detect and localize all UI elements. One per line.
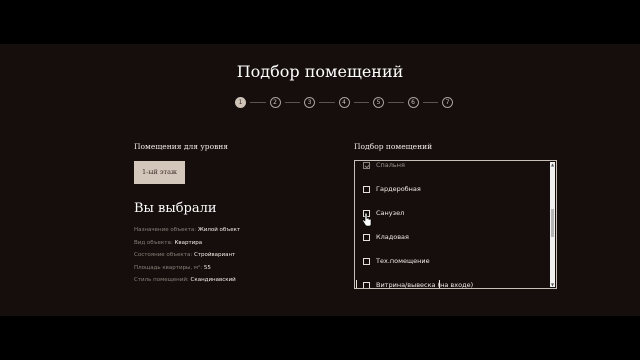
summary-row: Назначение объекта: Жилой объект bbox=[134, 224, 240, 237]
hand-pointer-icon bbox=[362, 213, 372, 227]
step-6[interactable]: 6 bbox=[407, 97, 419, 108]
step-1[interactable]: 1 bbox=[235, 97, 246, 108]
step-7[interactable]: 7 bbox=[442, 97, 453, 108]
step-5[interactable]: 5 bbox=[373, 97, 384, 108]
summary-label: Состояние объекта: bbox=[134, 252, 193, 258]
summary-value: Квартира bbox=[174, 239, 203, 246]
summary-row: Стиль помещений: Скандинавский bbox=[134, 274, 240, 287]
summary-value: Жилой объект bbox=[197, 227, 241, 233]
step-connector bbox=[284, 102, 300, 103]
room-option-label: Спальня bbox=[376, 161, 405, 169]
room-option-label: Кладовая bbox=[376, 233, 409, 241]
room-option[interactable]: Тех.помещение bbox=[363, 255, 430, 267]
checkbox-icon[interactable] bbox=[363, 257, 370, 265]
listbox-scrollbar[interactable]: ▲ ▼ bbox=[550, 162, 555, 287]
summary-row: Площадь квартиры, м²: 55 bbox=[134, 262, 240, 275]
step-3[interactable]: 3 bbox=[304, 97, 315, 108]
step-connector bbox=[319, 102, 335, 103]
step-connector bbox=[388, 102, 404, 103]
room-option-label: Тех.помещение bbox=[376, 257, 430, 265]
room-option[interactable]: Спальня bbox=[363, 161, 405, 171]
level-label: Помещения для уровня bbox=[134, 142, 229, 151]
room-option-label: Гардеробная bbox=[376, 185, 421, 193]
page-title: Подбор помещений bbox=[236, 62, 404, 81]
summary-label: Стиль помещений: bbox=[134, 277, 189, 283]
step-4[interactable]: 4 bbox=[338, 97, 350, 108]
checkbox-icon[interactable] bbox=[363, 161, 370, 169]
scroll-up-icon[interactable]: ▲ bbox=[550, 162, 555, 167]
summary-label: Назначение объекта: bbox=[134, 227, 197, 233]
step-2[interactable]: 2 bbox=[269, 97, 281, 108]
scroll-thumb[interactable] bbox=[551, 208, 554, 237]
selection-summary: Назначение объекта: Жилой объект Вид объе… bbox=[134, 224, 240, 287]
summary-value: Стройвариант bbox=[193, 252, 236, 258]
step-connector bbox=[250, 102, 266, 103]
checkbox-icon[interactable] bbox=[363, 185, 370, 193]
step-connector bbox=[353, 102, 369, 103]
room-option-label: Витрина/вывеска (на входе) bbox=[376, 281, 474, 289]
summary-label: Вид объекта: bbox=[134, 239, 173, 246]
summary-row: Состояние объекта: Стройвариант bbox=[134, 249, 240, 262]
summary-row: Вид объекта: Квартира bbox=[134, 237, 240, 250]
room-option[interactable]: Кладовая bbox=[363, 231, 409, 243]
checkbox-icon[interactable] bbox=[363, 233, 370, 241]
summary-value: 55 bbox=[203, 264, 211, 271]
summary-label: Площадь квартиры, м²: bbox=[134, 264, 203, 271]
summary-value: Скандинавский bbox=[190, 277, 236, 283]
checkbox-icon[interactable] bbox=[363, 281, 370, 288]
chosen-title: Вы выбрали bbox=[134, 201, 217, 216]
floor-button[interactable]: 1-ый этаж bbox=[134, 161, 185, 184]
scroll-down-icon[interactable]: ▼ bbox=[550, 282, 555, 287]
rooms-label: Подбор помещений bbox=[354, 142, 433, 151]
rooms-listbox[interactable]: ▲ ▼ Спальня Гардеробная Санузел Кладовая Тех… bbox=[354, 160, 557, 289]
room-option-label: Санузел bbox=[376, 209, 405, 217]
room-option[interactable]: Гардеробная bbox=[363, 183, 421, 195]
step-connector bbox=[422, 102, 438, 103]
room-option[interactable]: Витрина/вывеска (на входе) bbox=[363, 279, 474, 289]
